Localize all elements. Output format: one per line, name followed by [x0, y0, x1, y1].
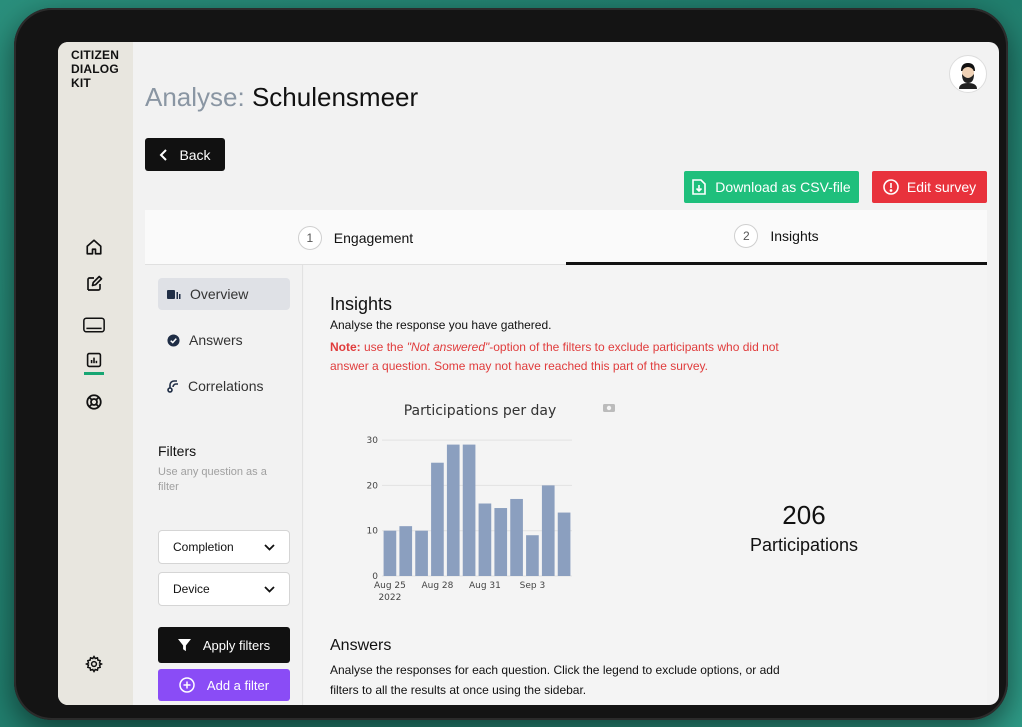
- select-value: Completion: [173, 540, 234, 554]
- add-filter-button[interactable]: Add a filter: [158, 669, 290, 701]
- note-text: use the: [360, 340, 407, 354]
- analysis-sidebar: Overview Answers Correlations Filters Us…: [145, 265, 303, 705]
- x-tick-label: Aug 28: [421, 581, 453, 591]
- title-prefix: Analyse:: [145, 82, 245, 112]
- participations-count: 206: [782, 500, 826, 530]
- edit-survey-label: Edit survey: [906, 179, 977, 195]
- funnel-icon: [177, 638, 191, 651]
- insights-panel: Insights Analyse the response you have g…: [304, 265, 987, 705]
- alert-circle-icon: [883, 179, 899, 195]
- overview-icon: [167, 290, 181, 299]
- y-tick-label: 10: [367, 527, 379, 537]
- page-title: Analyse: Schulensmeer: [145, 82, 418, 113]
- tab-engagement[interactable]: 1 Engagement: [145, 210, 566, 265]
- sidebar-item-answers[interactable]: Answers: [158, 324, 290, 356]
- rail-active-indicator: [84, 372, 104, 375]
- sidebar-item-label: Correlations: [188, 378, 264, 394]
- filter-select-completion[interactable]: Completion: [158, 530, 290, 564]
- settings-icon[interactable]: [83, 653, 105, 675]
- file-download-icon: [692, 179, 707, 195]
- sidebar-item-label: Answers: [189, 332, 243, 348]
- insights-note: Note: use the "Not answered"-option of t…: [330, 338, 800, 376]
- bar: [383, 530, 397, 576]
- bar: [494, 508, 508, 576]
- logo-line-3: KIT: [71, 76, 91, 90]
- correlation-icon: [167, 380, 178, 393]
- tab-label: Insights: [770, 228, 819, 244]
- sidebar-item-label: Overview: [190, 286, 249, 302]
- app-logo[interactable]: CITIZEN DIALOG KIT: [71, 48, 119, 90]
- insights-heading: Insights: [330, 294, 393, 314]
- home-icon[interactable]: [83, 236, 105, 258]
- bar: [526, 535, 539, 576]
- x-tick-label: Aug 31: [469, 581, 501, 591]
- x-tick-label: Aug 25: [374, 581, 406, 591]
- edit-icon[interactable]: [83, 273, 105, 295]
- y-tick-label: 20: [367, 481, 379, 491]
- back-label: Back: [179, 146, 211, 163]
- add-filter-label: Add a filter: [206, 677, 270, 693]
- camera-icon[interactable]: [603, 404, 615, 412]
- chevron-left-icon: [160, 148, 168, 161]
- tab-insights[interactable]: 2 Insights: [566, 210, 987, 265]
- chart-title: Participations per day: [404, 403, 557, 419]
- chevron-down-icon: [264, 585, 275, 593]
- bar: [446, 444, 460, 576]
- tab-number: 1: [297, 225, 322, 250]
- help-icon[interactable]: [83, 391, 105, 413]
- filters-description: Use any question as a filter: [158, 466, 267, 493]
- download-csv-button[interactable]: Download as CSV-file: [684, 171, 859, 203]
- sidebar-item-overview[interactable]: Overview: [158, 278, 290, 310]
- avatar[interactable]: [949, 55, 987, 93]
- edit-survey-button[interactable]: Edit survey: [872, 171, 987, 203]
- chevron-down-icon: [264, 543, 275, 551]
- tab-label: Engagement: [333, 229, 414, 246]
- y-tick-label: 30: [367, 436, 379, 446]
- logo-line-1: CITIZEN: [71, 48, 120, 62]
- analytics-icon[interactable]: [83, 349, 105, 371]
- survey-name: Schulensmeer: [251, 82, 419, 112]
- sidebar-item-correlations[interactable]: Correlations: [158, 370, 290, 402]
- plus-circle-icon: [179, 677, 195, 693]
- participations-label: Participations: [749, 535, 859, 555]
- left-rail: CITIZEN DIALOG KIT: [58, 42, 133, 705]
- participations-chart: Participations per day0102030Aug 25 Aug 2…: [367, 403, 615, 603]
- answers-description: Analyse the responses for each question.…: [330, 663, 780, 697]
- step-tabs: 1 Engagement 2 Insights: [145, 210, 987, 265]
- download-csv-label: Download as CSV-file: [715, 179, 851, 195]
- app-screen: CITIZEN DIALOG KIT Analyse: Schulensmeer…: [58, 42, 999, 705]
- bar: [462, 444, 476, 576]
- check-circle-icon: [167, 333, 180, 347]
- x-tick-label: Sep 3: [520, 581, 546, 591]
- bar: [557, 512, 571, 576]
- tablet-frame: CITIZEN DIALOG KIT Analyse: Schulensmeer…: [14, 8, 1008, 720]
- bar: [431, 462, 444, 576]
- bar: [399, 526, 413, 576]
- filter-select-device[interactable]: Device: [158, 572, 290, 606]
- filters-title: Filters: [158, 443, 197, 459]
- select-value: Device: [173, 582, 210, 596]
- screen-icon[interactable]: [83, 314, 105, 336]
- apply-filters-button[interactable]: Apply filters: [158, 627, 290, 663]
- note-option: "Not answered": [406, 340, 490, 354]
- bar: [478, 503, 492, 576]
- bar: [541, 485, 555, 576]
- logo-line-2: DIALOG: [71, 62, 119, 76]
- bar: [415, 530, 428, 576]
- x-year-label: 2022: [378, 593, 401, 603]
- note-label: Note:: [330, 340, 361, 354]
- back-button[interactable]: Back: [145, 138, 225, 171]
- apply-filters-label: Apply filters: [202, 637, 271, 653]
- answers-heading: Answers: [330, 637, 392, 654]
- insights-subtitle: Analyse the response you have gathered.: [330, 318, 552, 332]
- tab-number: 2: [734, 224, 759, 248]
- bar: [510, 498, 523, 576]
